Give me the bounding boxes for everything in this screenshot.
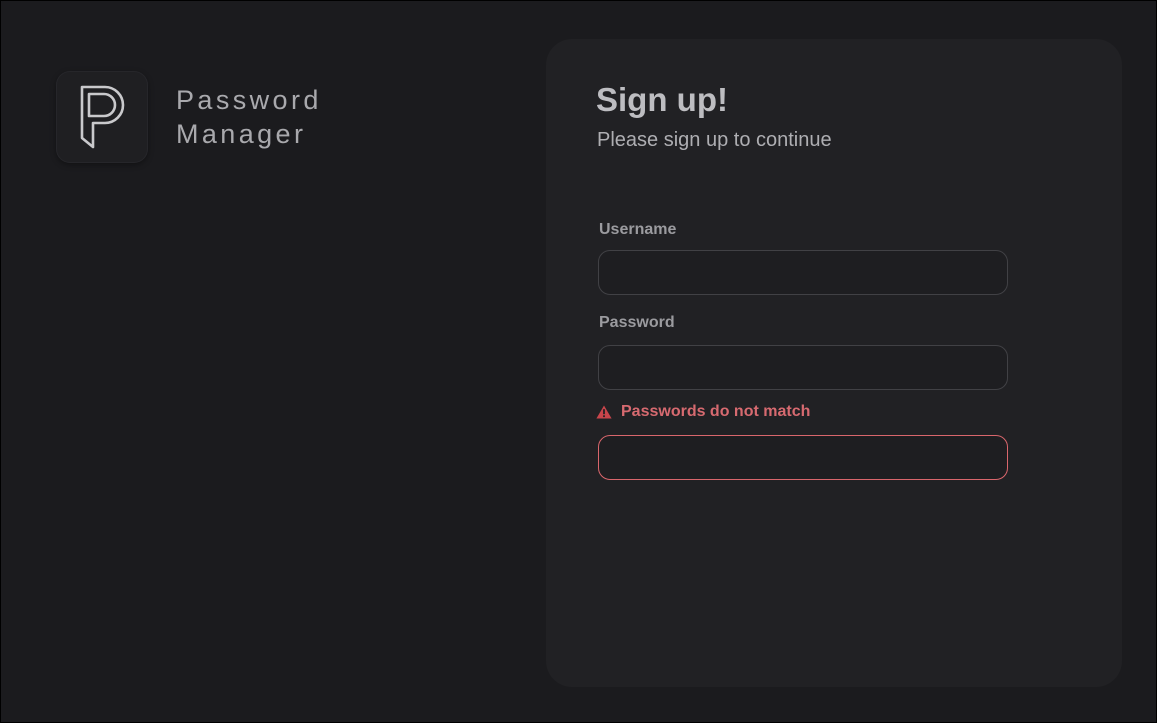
password-mismatch-error: Passwords do not match: [596, 403, 810, 421]
signup-panel: Sign up! Please sign up to continue User…: [546, 39, 1122, 687]
app-name-line2: Manager: [176, 119, 307, 149]
username-field[interactable]: [598, 250, 1008, 295]
password-label: Password: [599, 314, 675, 331]
page-subtitle: Please sign up to continue: [597, 129, 832, 151]
app-name-line1: Password: [176, 85, 322, 115]
app-name: Password Manager: [176, 83, 322, 151]
brand-header: Password Manager: [56, 71, 322, 163]
confirm-password-field[interactable]: [598, 435, 1008, 480]
warning-triangle-icon: [596, 405, 621, 419]
password-field[interactable]: [598, 345, 1008, 390]
error-message: Passwords do not match: [621, 403, 811, 420]
username-label: Username: [599, 221, 677, 238]
stylized-p-logo-icon: [56, 71, 148, 163]
page-title: Sign up!: [596, 81, 728, 118]
